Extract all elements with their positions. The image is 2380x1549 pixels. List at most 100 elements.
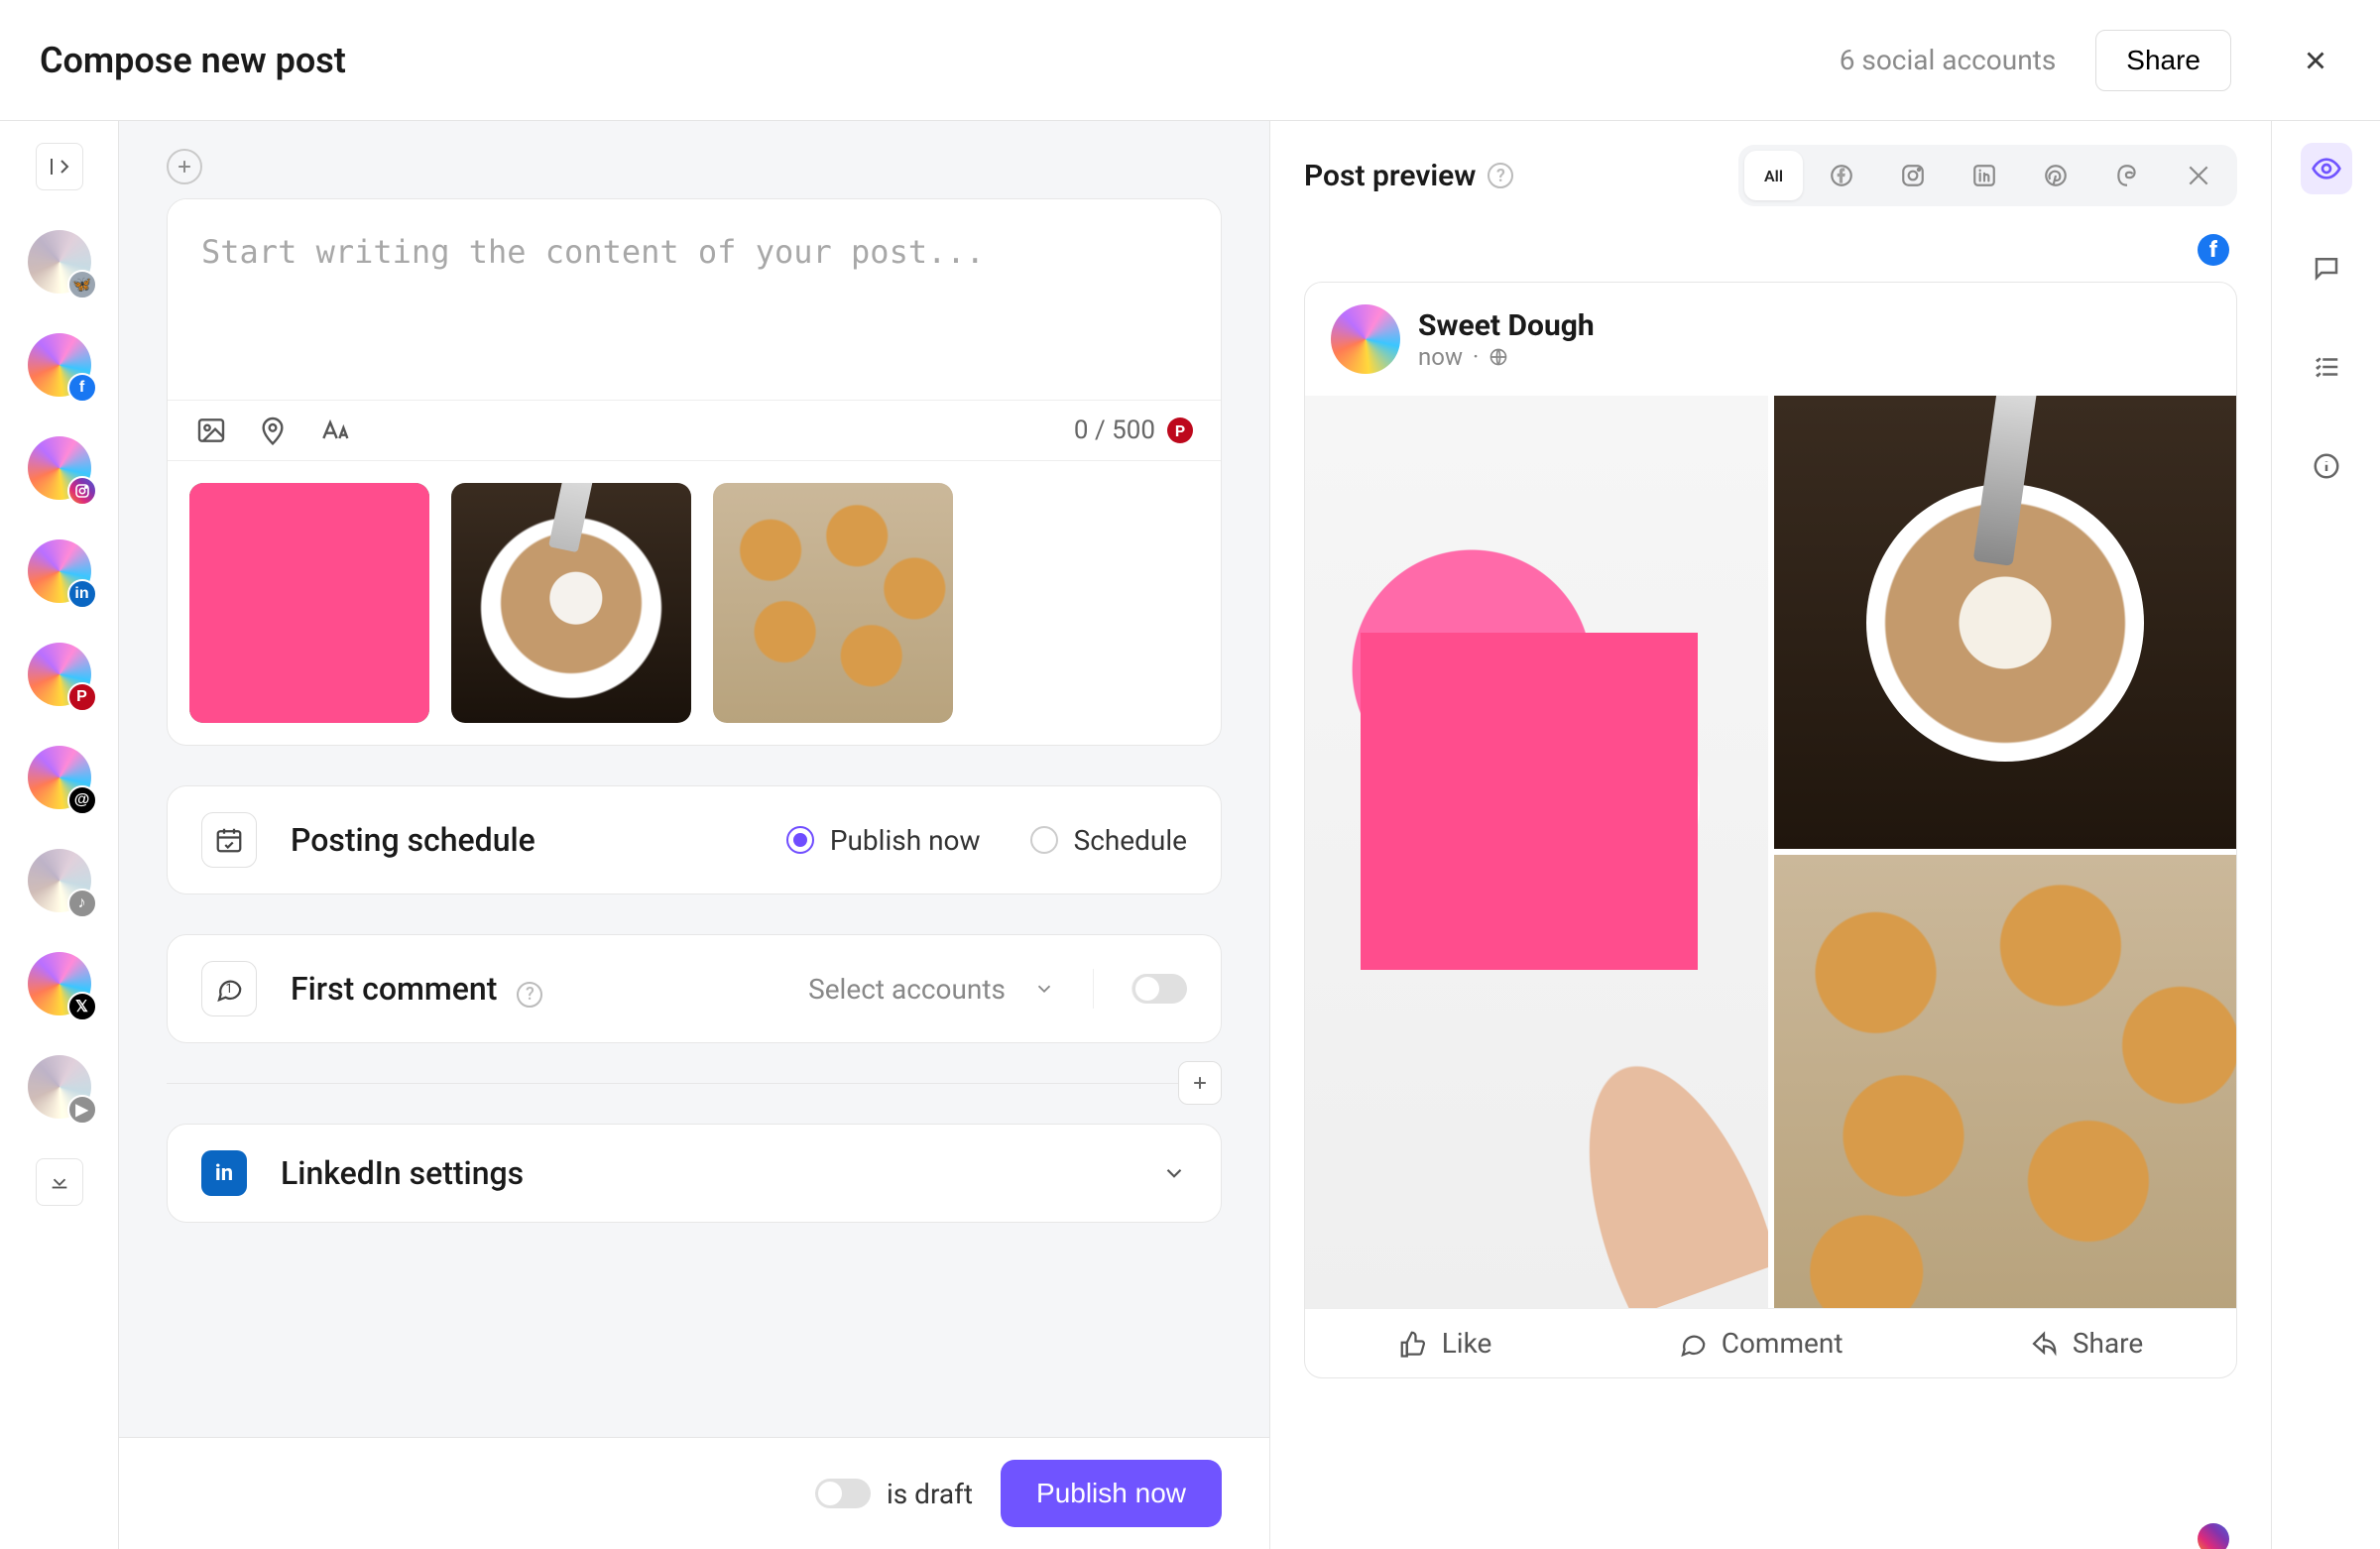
bluesky-icon: 🦋	[67, 270, 97, 299]
radio-schedule[interactable]: Schedule	[1030, 824, 1187, 857]
radio-publish-now[interactable]: Publish now	[786, 824, 981, 857]
account-tiktok[interactable]: ♪	[28, 849, 91, 912]
tab-facebook[interactable]	[1809, 151, 1874, 200]
first-comment-title: First comment ?	[291, 970, 542, 1008]
linkedin-badge-icon: in	[201, 1150, 247, 1196]
close-icon	[2301, 46, 2330, 75]
preview-title: Post preview ?	[1304, 159, 1513, 193]
preview-scroll[interactable]: f Sweet Dough now ·	[1270, 230, 2271, 1549]
facebook-icon: f	[67, 373, 97, 403]
location-icon	[257, 415, 289, 446]
section-divider	[167, 1083, 1222, 1084]
tab-linkedin[interactable]	[1952, 151, 2017, 200]
account-threads[interactable]: @	[28, 746, 91, 809]
schedule-title: Posting schedule	[291, 821, 536, 859]
preview-toggle-button[interactable]	[2301, 143, 2352, 194]
tab-pinterest[interactable]	[2023, 151, 2088, 200]
linkedin-settings-block[interactable]: in LinkedIn settings	[167, 1124, 1222, 1223]
share-action-button[interactable]: Share	[2029, 1327, 2143, 1360]
composer-toolbar: 0 / 500 P	[168, 400, 1221, 460]
text-icon	[318, 415, 350, 446]
add-location-button[interactable]	[257, 415, 289, 446]
comments-panel-button[interactable]	[2301, 242, 2352, 294]
tab-x[interactable]	[2166, 151, 2231, 200]
x-icon	[2186, 163, 2211, 188]
comment-icon	[1678, 1329, 1708, 1359]
info-icon	[2312, 451, 2341, 481]
instagram-icon	[1900, 163, 1926, 188]
media-thumb-2[interactable]	[451, 483, 691, 723]
draft-label: is draft	[887, 1478, 973, 1510]
pinterest-icon: P	[67, 682, 97, 712]
checklist-panel-button[interactable]	[2301, 341, 2352, 393]
tab-instagram[interactable]	[1880, 151, 1946, 200]
add-media-button[interactable]	[195, 415, 227, 446]
post-avatar	[1331, 304, 1400, 374]
first-comment-block: 1 First comment ? Select accounts	[167, 934, 1222, 1043]
chevron-down-icon	[1161, 1160, 1187, 1186]
composer-card: 0 / 500 P	[167, 198, 1222, 746]
first-comment-icon: 1	[201, 961, 257, 1016]
media-thumb-1[interactable]	[189, 483, 429, 723]
x-icon: 𝕏	[67, 992, 97, 1021]
header: Compose new post 6 social accounts Share	[0, 0, 2380, 121]
tab-threads[interactable]	[2094, 151, 2160, 200]
add-section-button[interactable]	[1178, 1061, 1222, 1105]
draft-toggle[interactable]	[815, 1479, 871, 1508]
pinterest-limit-icon: P	[1167, 417, 1193, 443]
preview-header: Post preview ? All	[1270, 121, 2271, 230]
preview-media-2	[1774, 396, 2237, 849]
info-panel-button[interactable]	[2301, 440, 2352, 492]
help-icon[interactable]: ?	[1488, 163, 1513, 188]
account-linkedin[interactable]: in	[28, 539, 91, 603]
post-meta: now ·	[1418, 343, 1595, 371]
comment-button[interactable]: Comment	[1678, 1327, 1844, 1360]
chevron-down-icon	[1033, 978, 1055, 1000]
preview-post-card: Sweet Dough now ·	[1304, 282, 2237, 1378]
share-button[interactable]: Share	[2095, 30, 2231, 91]
instagram-icon	[67, 476, 97, 506]
select-accounts-dropdown[interactable]: Select accounts	[808, 969, 1187, 1009]
account-bluesky[interactable]: 🦋	[28, 230, 91, 294]
tab-all[interactable]: All	[1744, 151, 1803, 200]
chevron-down-icon	[49, 1171, 70, 1193]
account-youtube[interactable]: ▶	[28, 1055, 91, 1119]
media-thumb-3[interactable]	[713, 483, 953, 723]
plus-icon	[175, 157, 194, 177]
post-author: Sweet Dough	[1418, 308, 1595, 343]
text-style-button[interactable]	[318, 415, 350, 446]
preview-network-tabs: All	[1738, 145, 2237, 206]
facebook-icon	[1829, 163, 1854, 188]
eye-icon	[2311, 153, 2342, 184]
collapse-rail-button[interactable]	[36, 143, 83, 190]
compose-pane: 0 / 500 P Posting schedule	[119, 121, 1269, 1549]
image-icon	[195, 415, 227, 446]
post-media-grid	[1305, 396, 2236, 1308]
right-rail	[2271, 121, 2380, 1549]
like-icon	[1398, 1329, 1428, 1359]
account-instagram[interactable]	[28, 436, 91, 500]
linkedin-settings-title: LinkedIn settings	[281, 1154, 524, 1192]
account-x[interactable]: 𝕏	[28, 952, 91, 1015]
char-counter: 0 / 500 P	[1074, 416, 1193, 445]
account-facebook[interactable]: f	[28, 333, 91, 397]
media-thumbnails	[168, 460, 1221, 745]
threads-icon	[2114, 163, 2140, 188]
preview-media-1	[1305, 396, 1768, 1308]
svg-text:1: 1	[225, 982, 232, 997]
instagram-indicator-icon	[2198, 1523, 2229, 1549]
scroll-accounts-down[interactable]	[36, 1158, 83, 1206]
compose-footer: is draft Publish now	[119, 1437, 1269, 1549]
tiktok-icon: ♪	[67, 889, 97, 918]
post-textarea[interactable]	[168, 199, 1221, 396]
publish-button[interactable]: Publish now	[1001, 1460, 1222, 1527]
linkedin-icon: in	[67, 579, 97, 609]
facebook-indicator-icon: f	[2198, 234, 2229, 266]
checklist-icon	[2312, 352, 2341, 382]
account-pinterest[interactable]: P	[28, 643, 91, 706]
first-comment-toggle[interactable]	[1131, 974, 1187, 1004]
like-button[interactable]: Like	[1398, 1327, 1492, 1360]
help-icon[interactable]: ?	[517, 982, 542, 1008]
add-variant-button[interactable]	[167, 149, 202, 184]
close-button[interactable]	[2291, 36, 2340, 85]
